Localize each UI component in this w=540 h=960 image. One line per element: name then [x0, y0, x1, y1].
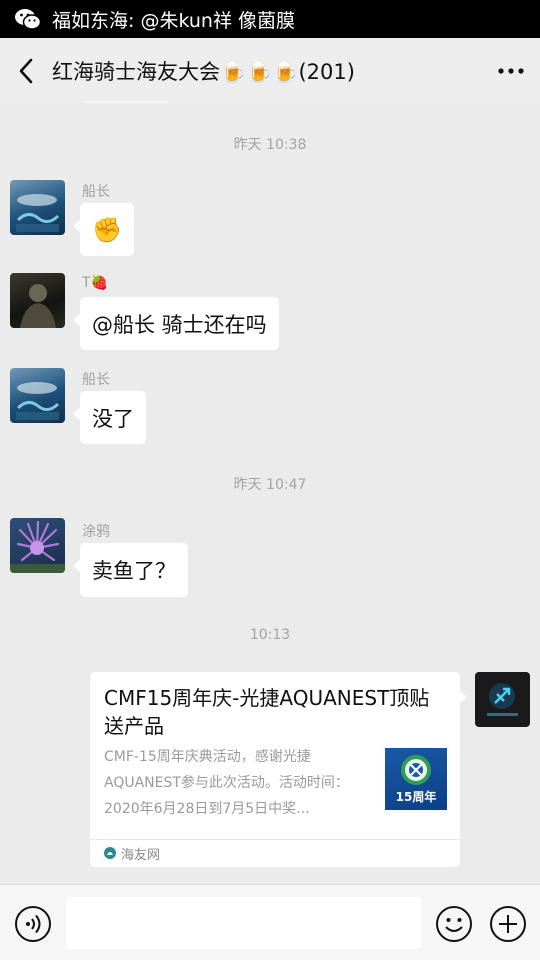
- notification-bar[interactable]: 福如东海: @朱kun祥 像菌膜: [0, 0, 540, 38]
- back-button[interactable]: [0, 38, 52, 104]
- avatar-self[interactable]: [475, 672, 530, 727]
- sender-name: 船长: [82, 184, 110, 200]
- haiyou-logo-icon: [104, 847, 116, 859]
- purple-coral-avatar-icon: [10, 520, 65, 573]
- message-bubble[interactable]: @船长 骑士还在吗: [73, 297, 279, 350]
- plus-icon[interactable]: [489, 905, 527, 943]
- avatar-t[interactable]: [10, 273, 65, 328]
- sender-name: T🍓: [82, 275, 108, 291]
- avatar-captain[interactable]: [10, 180, 65, 235]
- timestamp: 昨天 10:47: [233, 477, 307, 493]
- wechat-icon: [15, 9, 42, 30]
- link-card-divider: [90, 839, 460, 840]
- timestamp: 昨天 10:38: [233, 137, 307, 153]
- message-list[interactable]: 昨天 10:38 船长 ✊ T🍓 @船长 骑士还在吗 船长 没了 昨天 10:4…: [0, 104, 540, 884]
- voice-icon[interactable]: [14, 905, 52, 943]
- header-scroll-indicator: [84, 101, 168, 103]
- link-card-source-name: 海友网: [121, 847, 161, 863]
- chat-title: 红海骑士海友大会🍺🍺🍺(201): [52, 60, 355, 84]
- sagittarius-avatar-icon: [487, 683, 518, 716]
- message-bubble[interactable]: 卖鱼了？: [73, 543, 188, 597]
- message-bubble[interactable]: ✊: [73, 203, 134, 256]
- more-options-button[interactable]: [482, 38, 540, 104]
- sender-name: 船长: [82, 372, 110, 388]
- link-card-description: CMF-15周年庆典活动，感谢光捷AQUANEST参与此次活动。活动时间：202…: [104, 749, 349, 817]
- avatar-tuya[interactable]: [10, 518, 65, 573]
- red-sea-coral-avatar-icon: [16, 194, 60, 232]
- message-input-bar: [0, 884, 540, 960]
- link-card-source: 海友网: [104, 842, 160, 864]
- link-card[interactable]: CMF15周年庆-光捷AQUANEST顶贴送产品 CMF-15周年庆典活动，感谢…: [90, 672, 467, 867]
- message-bubble[interactable]: 没了: [73, 391, 146, 444]
- chat-header: 红海骑士海友大会🍺🍺🍺(201): [0, 38, 540, 104]
- notification-text: 福如东海: @朱kun祥 像菌膜: [52, 9, 295, 32]
- timestamp: 10:13: [249, 627, 291, 643]
- link-card-thumbnail: 15周年: [385, 748, 447, 810]
- chevron-left-icon: [19, 58, 33, 84]
- sender-name: 涂鸦: [82, 524, 110, 540]
- message-input[interactable]: [66, 897, 421, 949]
- link-card-title: CMF15周年庆-光捷AQUANEST顶贴送产品: [104, 686, 430, 738]
- red-sea-coral-avatar-icon: [16, 382, 60, 420]
- dark-portrait-avatar-icon: [20, 284, 56, 328]
- link-card-thumbnail-text: 15周年: [395, 790, 437, 804]
- avatar-captain[interactable]: [10, 368, 65, 423]
- emoji-icon[interactable]: [435, 905, 473, 943]
- more-dots-icon: [498, 68, 524, 74]
